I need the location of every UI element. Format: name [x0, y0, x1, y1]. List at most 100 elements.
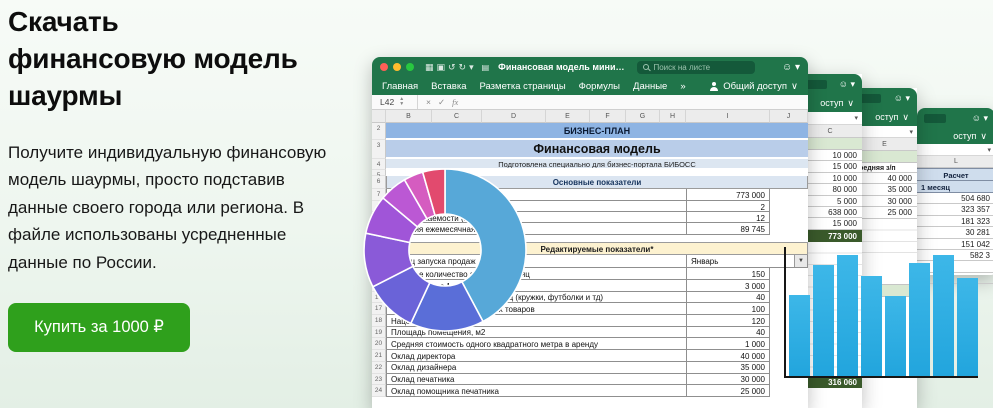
ribbon-tab[interactable]: Формулы [579, 81, 620, 92]
empty-cell [770, 201, 808, 212]
sheet-row-2: 2БИЗНЕС-ПЛАН [372, 123, 808, 140]
sheet-search-input[interactable]: Поиск на листе [637, 61, 755, 74]
row-value: 3 000 [686, 280, 770, 292]
search-box-fragment [924, 114, 946, 123]
filter-arrow-icon[interactable]: ▾ [909, 128, 913, 136]
row-number: 24 [372, 385, 386, 397]
row-number: 21 [372, 350, 386, 362]
bar [789, 295, 810, 376]
ribbon-tab[interactable]: » [680, 81, 685, 92]
name-box-stepper[interactable]: ▲▼ [399, 97, 404, 107]
donut-chart [360, 165, 530, 335]
cancel-icon[interactable]: × [426, 97, 431, 108]
row-label: Оклад помощника печатника [386, 385, 686, 397]
column-header-J: J [770, 110, 808, 123]
row-number: 23 [372, 374, 386, 386]
minimize-window-button[interactable] [393, 63, 401, 71]
titlebar: ▦▣↺↻▾ ▤ Финансовая модель мини… Поиск на… [372, 57, 808, 77]
sheet-row-21: 21Оклад директора40 000 [372, 350, 808, 362]
formula-bar: L42 ▲▼ × ✓ fx [372, 95, 808, 110]
name-box[interactable]: L42 ▲▼ [372, 95, 418, 109]
month-header: 1 месяц [917, 181, 993, 193]
buy-button[interactable]: Купить за 1000 ₽ [8, 303, 190, 352]
column-header-G: G [626, 110, 660, 123]
ribbon-tab[interactable]: Главная [382, 81, 418, 92]
bar [933, 255, 954, 376]
workbook-icon: ▤ [482, 63, 490, 72]
sheet-row-24: 24Оклад помощника печатника25 000 [372, 385, 808, 397]
smiley-icon[interactable]: ☺ ▾ [839, 79, 855, 90]
hero-section: Скачать финансовую модель шаурмы Получит… [8, 4, 360, 352]
select-all-corner [372, 110, 386, 123]
empty-cell [770, 189, 808, 201]
search-icon [643, 64, 649, 70]
landing-page: { "hero": { "title": "Скачать\nфинансову… [0, 0, 993, 408]
bar [885, 296, 906, 376]
share-button[interactable]: Общий доступ∨ [710, 81, 798, 92]
bar [837, 255, 858, 376]
row-number: 20 [372, 338, 386, 350]
merged-header-cell: Финансовая модель [386, 140, 808, 159]
row-value: 120 [686, 315, 770, 327]
row-value: 40 [686, 292, 770, 304]
column-header-C: C [432, 110, 482, 123]
row-value: 773 000 [686, 189, 770, 201]
sheet-row-23: 23Оклад печатника30 000 [372, 374, 808, 386]
row-value: 150 [686, 268, 770, 280]
workbook-title: Финансовая модель мини… [498, 62, 624, 72]
filter-arrow-icon[interactable]: ▾ [987, 146, 991, 154]
row-value: 1 000 [686, 338, 770, 350]
sheet-row-3: 3Финансовая модель [372, 140, 808, 159]
filter-arrow-icon[interactable]: ▾ [854, 114, 858, 122]
bar-chart [784, 247, 978, 378]
close-window-button[interactable] [380, 63, 388, 71]
smiley-icon[interactable]: ☺ ▾ [972, 113, 988, 124]
share-row-fragment[interactable]: оступ∨ [917, 128, 993, 144]
calc-header: Расчет [917, 168, 993, 181]
row-number: 3 [372, 140, 386, 159]
bar [957, 278, 978, 376]
row-value: 2 [686, 201, 770, 212]
empty-cell [770, 212, 808, 223]
column-header-D: D [482, 110, 546, 123]
row-value: 35 000 [686, 362, 770, 374]
search-box-fragment [805, 80, 827, 89]
smiley-icon[interactable]: ☺ ▾ [894, 93, 910, 104]
insert-function-icon[interactable]: fx [452, 97, 458, 108]
ribbon-tab[interactable]: Разметка страницы [479, 81, 565, 92]
page-title: Скачать финансовую модель шаурмы [8, 4, 360, 115]
row-value: 25 000 [686, 385, 770, 397]
quick-toolbar-icons[interactable]: ▦▣↺↻▾ [425, 62, 477, 73]
row-label: Оклад дизайнера [386, 362, 686, 374]
column-header-B: B [386, 110, 432, 123]
column-header-E: E [546, 110, 590, 123]
bar [909, 263, 930, 376]
sheet-row-20: 20Средняя стоимость одного квадратного м… [372, 338, 808, 350]
column-header-F: F [590, 110, 626, 123]
column-header-I: I [686, 110, 770, 123]
merged-header-cell: БИЗНЕС-ПЛАН [386, 123, 808, 140]
row-value: 40 [686, 327, 770, 339]
enter-icon[interactable]: ✓ [438, 97, 445, 108]
hero-description: Получите индивидуальную финансовую модел… [8, 139, 348, 277]
row-value: 30 000 [686, 374, 770, 386]
window4-titlebar: ☺ ▾ [917, 108, 993, 128]
ribbon-tab[interactable]: Вставка [431, 81, 466, 92]
ribbon-tabs: Главная Вставка Разметка страницы Формулы Да… [372, 77, 808, 95]
empty-cell [770, 385, 808, 397]
cell: 30 281 [917, 227, 993, 238]
feedback-smiley-button[interactable]: ☺ ▾ [782, 62, 800, 73]
column-headers-row: BCDEFGHIJ [372, 110, 808, 123]
column-header: L [917, 156, 993, 168]
ribbon-tab[interactable]: Данные [633, 81, 667, 92]
cell: 181 323 [917, 216, 993, 227]
row-value: 100 [686, 303, 770, 315]
cell: 504 680 [917, 193, 993, 204]
row-label: Оклад печатника [386, 374, 686, 386]
row-label: Оклад директора [386, 350, 686, 362]
row-label: Средняя стоимость одного квадратного мет… [386, 338, 686, 350]
zoom-window-button[interactable] [406, 63, 414, 71]
bar [861, 276, 882, 376]
column-header-H: H [660, 110, 686, 123]
formula-strip: ▾ [917, 144, 993, 156]
